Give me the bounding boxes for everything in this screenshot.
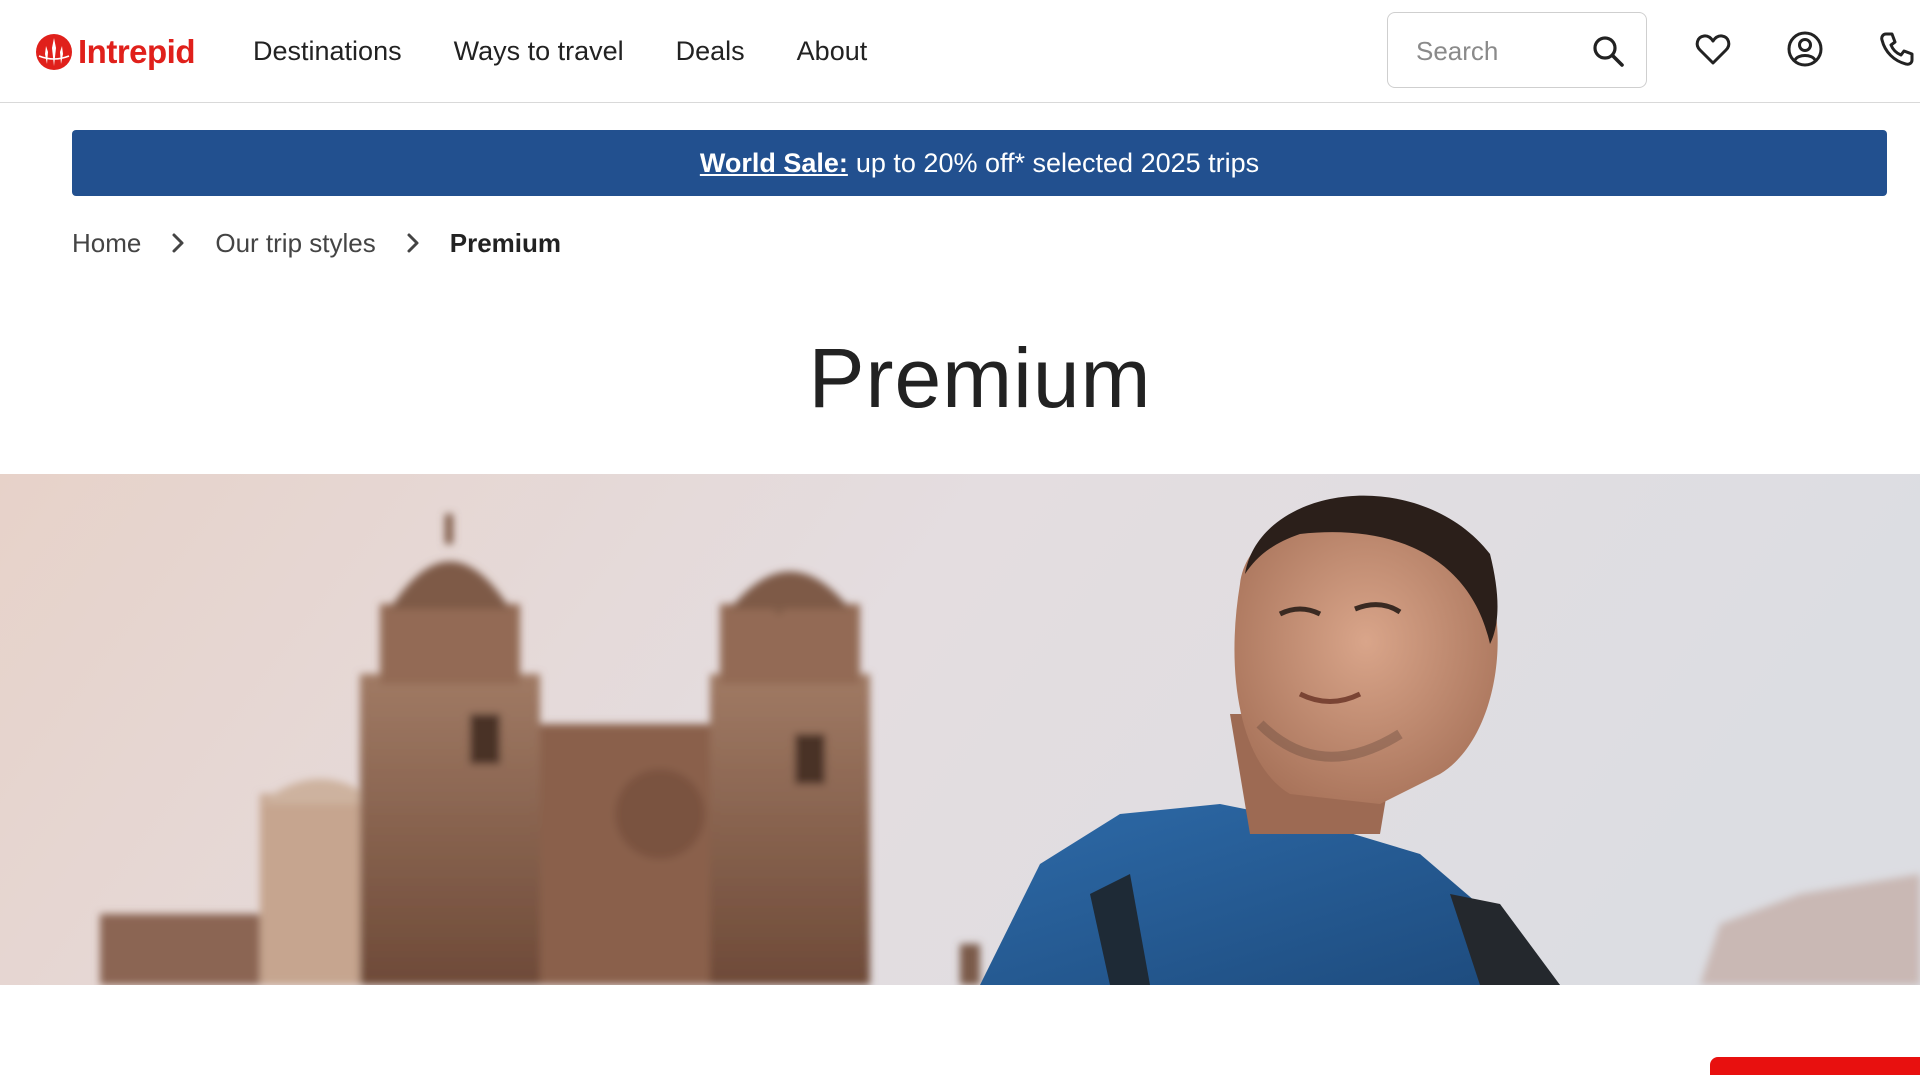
breadcrumb-trip-styles[interactable]: Our trip styles [215, 228, 375, 259]
search-input[interactable] [1414, 31, 1584, 71]
search-box [1387, 12, 1647, 88]
chevron-right-icon [172, 233, 184, 253]
logo-wordmark: Intrepid [78, 33, 196, 70]
nav-about[interactable]: About [797, 36, 868, 67]
world-sale-link[interactable]: World Sale: [700, 148, 848, 179]
promo-text: up to 20% off* selected 2025 trips [855, 147, 1260, 178]
search-icon[interactable] [1590, 33, 1626, 69]
page-title: Premium [808, 331, 1152, 425]
intrepid-logo-icon [36, 34, 72, 70]
site-header: Intrepid Destinations Ways to travel Dea… [0, 0, 1920, 103]
promo-banner: World Sale: up to 20% off* selected 2025… [72, 130, 1887, 196]
nav-ways-to-travel[interactable]: Ways to travel [454, 36, 624, 67]
hero-photo [0, 474, 1920, 985]
breadcrumb: Home Our trip styles Premium [72, 225, 561, 261]
heart-icon[interactable] [1694, 30, 1732, 68]
account-icon[interactable] [1786, 30, 1824, 68]
hero-image [0, 474, 1920, 985]
nav-deals[interactable]: Deals [676, 36, 745, 67]
feedback-tab[interactable] [1710, 1057, 1920, 1075]
phone-icon[interactable] [1878, 30, 1916, 68]
breadcrumb-current: Premium [449, 227, 561, 258]
intrepid-logo[interactable]: Intrepid [34, 30, 196, 74]
nav-destinations[interactable]: Destinations [253, 36, 402, 67]
main-nav: Destinations Ways to travel Deals About [253, 30, 919, 72]
breadcrumb-home[interactable]: Home [72, 228, 141, 259]
chevron-right-icon [407, 233, 419, 253]
